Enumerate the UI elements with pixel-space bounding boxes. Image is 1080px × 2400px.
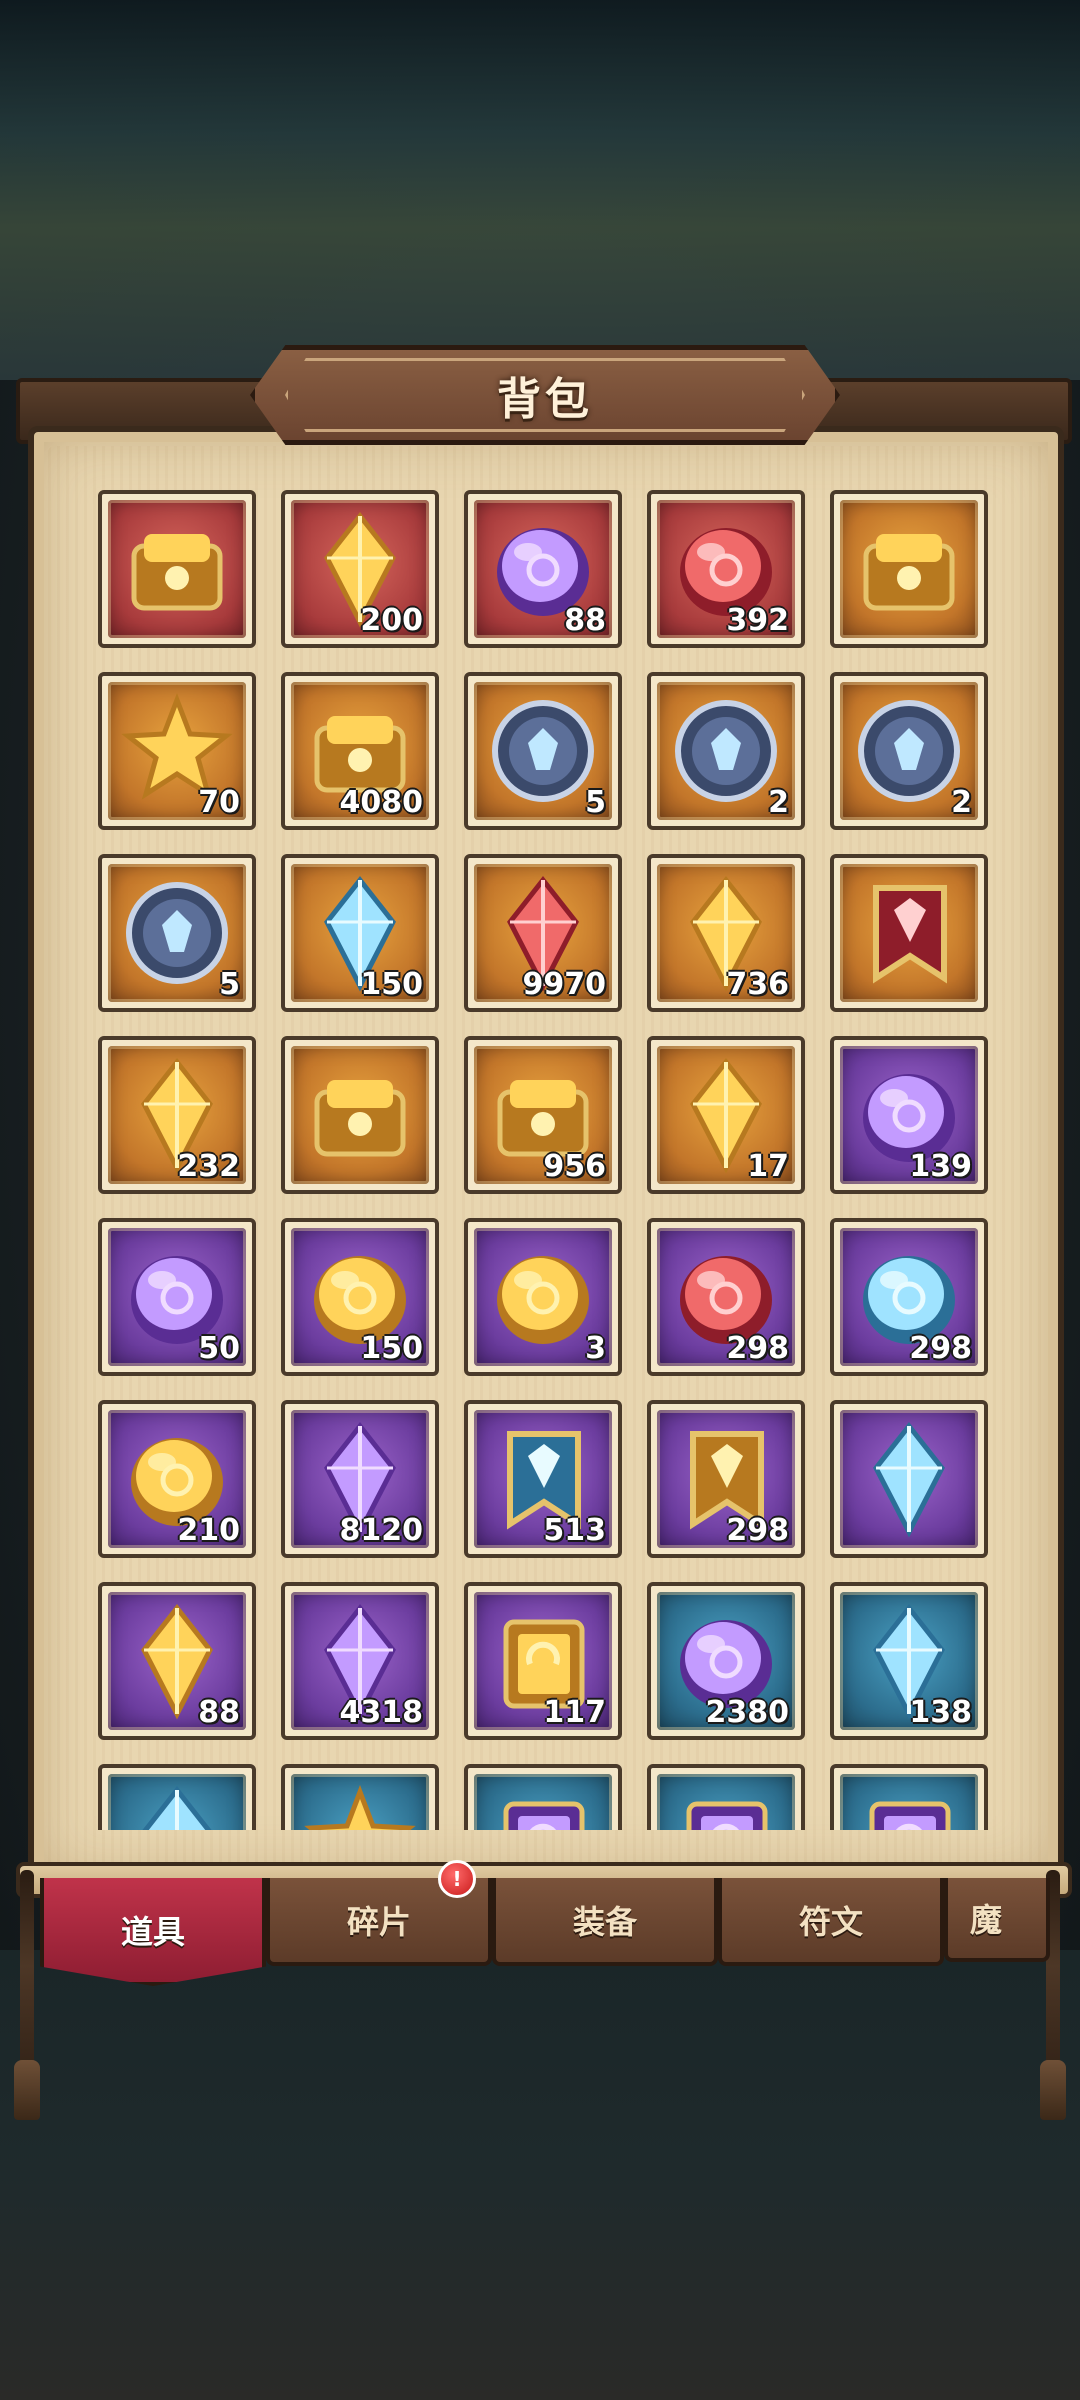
item-quantity: 956	[543, 1149, 606, 1184]
item-quantity: 2	[951, 785, 972, 820]
tab-label: 碎片	[346, 1903, 411, 1941]
item-slot[interactable]	[98, 490, 256, 648]
tab-magic[interactable]: 魔	[944, 1878, 1050, 1962]
item-slot[interactable]: 392	[647, 490, 805, 648]
tab-runes[interactable]: 符文	[718, 1878, 944, 1966]
item-quantity: 17	[747, 1149, 789, 1184]
item-slot[interactable]	[830, 490, 988, 648]
blue-crystal-icon	[142, 1785, 212, 1830]
blue-diamond-icon	[873, 1421, 945, 1538]
item-slot[interactable]	[830, 1764, 988, 1830]
item-slot[interactable]: 5	[98, 854, 256, 1012]
item-slot[interactable]: 150	[281, 854, 439, 1012]
item-slot[interactable]: 2380	[647, 1582, 805, 1740]
page-title: 背包	[497, 374, 593, 425]
item-quantity: 8120	[339, 1513, 424, 1548]
item-quantity: 200	[360, 603, 423, 638]
item-slot[interactable]: 2	[830, 672, 988, 830]
item-slot[interactable]	[281, 1764, 439, 1830]
category-tabs: 道具 碎片 ! 装备 符文 魔	[40, 1860, 1050, 1986]
item-slot[interactable]: 4318	[281, 1582, 439, 1740]
item-slot[interactable]: 298	[647, 1218, 805, 1376]
item-quantity: 4318	[339, 1695, 424, 1730]
gold-star-icon	[304, 1784, 416, 1830]
item-quantity: 2	[768, 785, 789, 820]
purple-tome-icon	[686, 1801, 768, 1830]
notification-badge: !	[438, 1860, 476, 1898]
item-slot[interactable]: 17	[647, 1036, 805, 1194]
item-slot[interactable]: 4080	[281, 672, 439, 830]
item-quantity: 138	[909, 1695, 972, 1730]
item-slot[interactable]	[830, 854, 988, 1012]
tab-label: 装备	[572, 1903, 637, 1941]
item-slot[interactable]: 298	[647, 1400, 805, 1558]
item-quantity: 298	[726, 1331, 789, 1366]
item-slot[interactable]: 8120	[281, 1400, 439, 1558]
blurred-background-bottom	[0, 1950, 1080, 2400]
item-quantity: 9970	[522, 967, 607, 1002]
purple-book-icon	[503, 1801, 585, 1830]
tab-label: 道具	[120, 1913, 185, 1951]
item-slot[interactable]: 150	[281, 1218, 439, 1376]
item-quantity: 298	[726, 1513, 789, 1548]
item-slot[interactable]: 117	[464, 1582, 622, 1740]
item-quantity: 88	[564, 603, 606, 638]
item-slot[interactable]: 2	[647, 672, 805, 830]
item-quantity: 150	[360, 1331, 423, 1366]
item-slot[interactable]	[281, 1036, 439, 1194]
item-slot[interactable]: 210	[98, 1400, 256, 1558]
item-quantity: 210	[177, 1513, 240, 1548]
item-slot[interactable]: 70	[98, 672, 256, 830]
tab-label: 符文	[798, 1903, 863, 1941]
item-quantity: 513	[543, 1513, 606, 1548]
item-grid[interactable]: 200 88 392 70 4080 5 2 2 5 150 9970 736 232 956 17 139 5…	[98, 490, 988, 1830]
item-quantity: 232	[177, 1149, 240, 1184]
treasure-bag-icon	[314, 1080, 406, 1157]
item-quantity: 139	[909, 1149, 972, 1184]
purple-grimoire-icon	[869, 1801, 951, 1830]
item-slot[interactable]: 88	[98, 1582, 256, 1740]
item-slot[interactable]: 298	[830, 1218, 988, 1376]
item-slot[interactable]: 138	[830, 1582, 988, 1740]
item-slot[interactable]	[830, 1400, 988, 1558]
item-quantity: 70	[198, 785, 240, 820]
item-slot[interactable]: 232	[98, 1036, 256, 1194]
item-quantity: 150	[360, 967, 423, 1002]
item-quantity: 298	[909, 1331, 972, 1366]
item-slot[interactable]: 5	[464, 672, 622, 830]
item-slot[interactable]	[98, 1764, 256, 1830]
title-plate: 背包	[250, 345, 840, 445]
item-quantity: 3	[585, 1331, 606, 1366]
item-slot[interactable]: 9970	[464, 854, 622, 1012]
tab-equipment[interactable]: 装备	[492, 1878, 718, 1966]
tab-label: 魔	[970, 1901, 1003, 1939]
item-quantity: 50	[198, 1331, 240, 1366]
tab-items[interactable]: 道具	[40, 1878, 266, 1986]
item-slot[interactable]	[464, 1764, 622, 1830]
hero-card-chest-icon	[863, 534, 955, 611]
item-quantity: 392	[726, 603, 789, 638]
item-quantity: 5	[585, 785, 606, 820]
item-slot[interactable]: 3	[464, 1218, 622, 1376]
item-quantity: 88	[198, 1695, 240, 1730]
red-banner-icon	[873, 885, 947, 984]
golden-cannon-icon	[131, 534, 223, 611]
item-slot[interactable]: 736	[647, 854, 805, 1012]
item-quantity: 5	[219, 967, 240, 1002]
blurred-background-top	[0, 0, 1080, 380]
item-quantity: 2380	[705, 1695, 790, 1730]
item-slot[interactable]: 956	[464, 1036, 622, 1194]
item-slot[interactable]: 200	[281, 490, 439, 648]
item-slot[interactable]: 50	[98, 1218, 256, 1376]
item-slot[interactable]: 513	[464, 1400, 622, 1558]
item-quantity: 117	[543, 1695, 606, 1730]
item-slot[interactable]: 139	[830, 1036, 988, 1194]
item-slot[interactable]	[647, 1764, 805, 1830]
item-slot[interactable]: 88	[464, 490, 622, 648]
item-quantity: 4080	[339, 785, 424, 820]
item-quantity: 736	[726, 967, 789, 1002]
left-tassel	[14, 1870, 40, 2120]
